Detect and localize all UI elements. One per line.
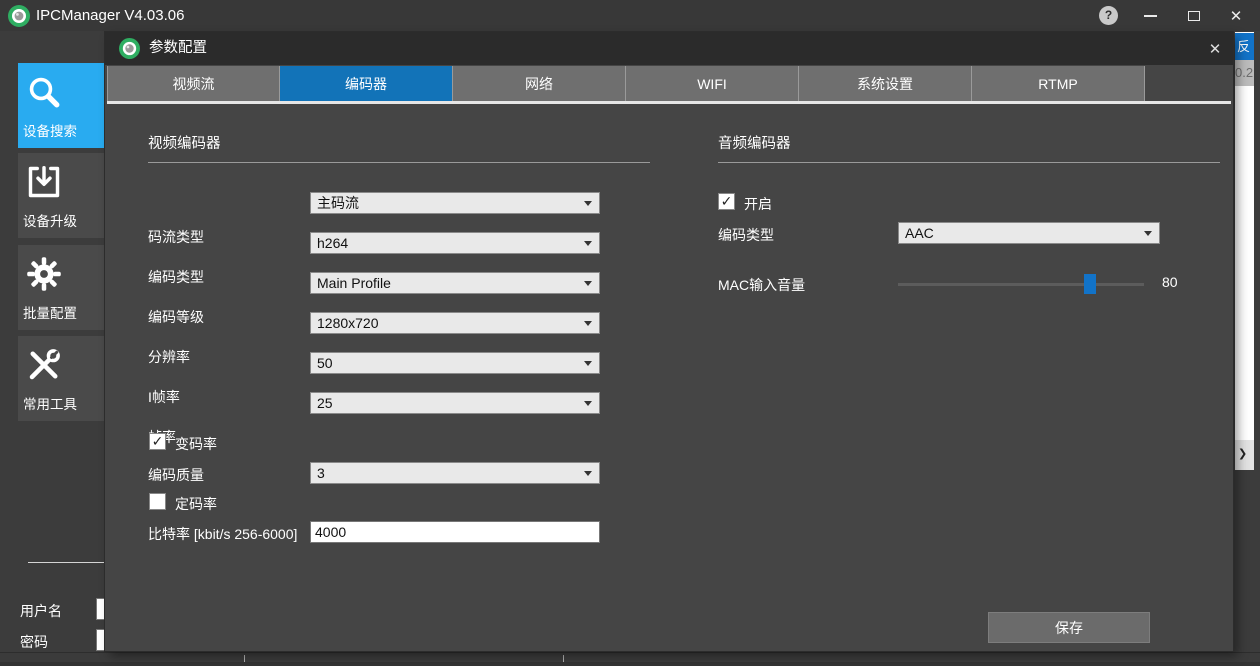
volume-slider-handle[interactable] <box>1084 274 1096 294</box>
dropdown-arrow-icon <box>584 201 592 206</box>
sidebar-item-label: 常用工具 <box>23 393 77 413</box>
resolution-dropdown[interactable]: 1280x720 <box>310 312 600 334</box>
dropdown-arrow-icon <box>584 471 592 476</box>
iframe-rate-dropdown[interactable]: 50 <box>310 352 600 374</box>
tools-icon <box>26 347 62 383</box>
vbr-label: 变码率 <box>175 434 217 454</box>
username-label: 用户名 <box>20 601 62 621</box>
tab-rtmp[interactable]: RTMP <box>972 66 1145 101</box>
app-logo-icon <box>8 5 30 27</box>
dialog-tabs: 视频流 编码器 网络 WIFI 系统设置 RTMP <box>107 66 1145 101</box>
audio-enable-label: 开启 <box>744 194 772 214</box>
frame-rate-value: 25 <box>317 393 333 413</box>
chevron-right-icon: ❯ <box>1238 447 1247 460</box>
dropdown-arrow-icon <box>584 241 592 246</box>
username-input[interactable] <box>96 598 105 620</box>
mic-volume-slider[interactable] <box>898 274 1144 294</box>
resolution-value: 1280x720 <box>317 313 379 333</box>
tab-wifi[interactable]: WIFI <box>626 66 799 101</box>
sidebar-item-label: 设备升级 <box>23 210 77 230</box>
encode-level-label: 编码等级 <box>148 307 204 327</box>
cbr-checkbox[interactable] <box>149 493 166 510</box>
tab-system-settings[interactable]: 系统设置 <box>799 66 972 101</box>
sidebar-item-device-upgrade[interactable]: 设备升级 <box>18 153 105 238</box>
encode-quality-dropdown[interactable]: 3 <box>310 462 600 484</box>
sidebar: 设备搜索 设备升级 <box>0 31 105 652</box>
stream-type-value: 主码流 <box>317 193 359 213</box>
parameter-config-dialog: 参数配置 ✕ 视频流 编码器 网络 WIFI 系统设置 RTMP 视频编码器 码… <box>105 32 1233 651</box>
background-selected-cell: 反 <box>1235 33 1254 60</box>
resolution-label: 分辨率 <box>148 347 190 367</box>
dropdown-arrow-icon <box>1144 231 1152 236</box>
vbr-checkbox[interactable]: ✓ <box>149 433 166 450</box>
device-upgrade-icon <box>26 164 62 200</box>
window-bottom-edge <box>0 662 1260 666</box>
help-button[interactable]: ? <box>1099 6 1118 25</box>
tab-encoder[interactable]: 编码器 <box>280 66 453 101</box>
stream-type-dropdown[interactable]: 主码流 <box>310 192 600 214</box>
iframe-rate-value: 50 <box>317 353 333 373</box>
sidebar-item-label: 批量配置 <box>23 302 77 322</box>
search-icon <box>26 74 62 110</box>
encode-quality-label: 编码质量 <box>148 465 204 485</box>
frame-rate-dropdown[interactable]: 25 <box>310 392 600 414</box>
cbr-label: 定码率 <box>175 494 217 514</box>
tab-underline <box>107 101 1231 104</box>
gear-icon <box>26 256 62 292</box>
close-button[interactable]: ✕ <box>1216 0 1256 31</box>
audio-encode-type-value: AAC <box>905 223 934 243</box>
audio-encoder-section-title: 音频编码器 <box>718 132 791 153</box>
encode-quality-value: 3 <box>317 463 325 483</box>
maximize-icon <box>1188 11 1200 21</box>
tab-video-stream[interactable]: 视频流 <box>107 66 280 101</box>
minimize-button[interactable] <box>1130 0 1170 31</box>
app-window: IPCManager V4.03.06 ? ✕ 设备搜索 设备升级 <box>0 0 1260 666</box>
background-expand-band[interactable]: ❯ <box>1235 440 1254 470</box>
sidebar-item-batch-config[interactable]: 批量配置 <box>18 245 105 330</box>
dropdown-arrow-icon <box>584 321 592 326</box>
bitrate-input[interactable] <box>310 521 600 543</box>
slider-track <box>898 283 1144 286</box>
iframe-rate-label: I帧率 <box>148 387 180 407</box>
video-encoder-section-title: 视频编码器 <box>148 132 221 153</box>
stream-type-label: 码流类型 <box>148 227 204 247</box>
password-input[interactable] <box>96 629 105 651</box>
encode-level-dropdown[interactable]: Main Profile <box>310 272 600 294</box>
audio-encoder-section-rule <box>718 162 1220 163</box>
video-encode-type-dropdown[interactable]: h264 <box>310 232 600 254</box>
dialog-logo-icon <box>119 38 140 59</box>
main-titlebar: IPCManager V4.03.06 ? ✕ <box>0 0 1260 31</box>
dropdown-arrow-icon <box>584 281 592 286</box>
save-button[interactable]: 保存 <box>988 612 1150 643</box>
maximize-button[interactable] <box>1174 0 1214 31</box>
sidebar-item-device-search[interactable]: 设备搜索 <box>18 63 105 148</box>
dialog-close-button[interactable]: ✕ <box>1197 32 1233 65</box>
audio-encode-type-dropdown[interactable]: AAC <box>898 222 1160 244</box>
encode-level-value: Main Profile <box>317 273 391 293</box>
background-device-panel: 反 0.2 ❯ <box>1235 32 1254 470</box>
audio-enable-checkbox[interactable]: ✓ <box>718 193 735 210</box>
sidebar-item-label: 设备搜索 <box>23 120 77 140</box>
dropdown-arrow-icon <box>584 401 592 406</box>
mic-volume-value: 80 <box>1162 274 1178 290</box>
mic-volume-label: MAC输入音量 <box>718 275 805 295</box>
video-encoder-section-rule <box>148 162 650 163</box>
dialog-titlebar: 参数配置 ✕ <box>105 32 1233 65</box>
minimize-icon <box>1144 15 1157 17</box>
dialog-title: 参数配置 <box>149 32 207 65</box>
video-encode-type-value: h264 <box>317 233 348 253</box>
bitrate-label: 比特率 [kbit/s 256-6000] <box>148 524 297 544</box>
background-value-cell: 0.2 <box>1235 60 1254 86</box>
tab-network[interactable]: 网络 <box>453 66 626 101</box>
audio-encode-type-label: 编码类型 <box>718 225 774 245</box>
video-encode-type-label: 编码类型 <box>148 267 204 287</box>
sidebar-divider <box>28 562 105 563</box>
sidebar-item-common-tools[interactable]: 常用工具 <box>18 336 105 421</box>
app-title: IPCManager V4.03.06 <box>36 0 184 31</box>
password-label: 密码 <box>20 632 48 652</box>
dropdown-arrow-icon <box>584 361 592 366</box>
